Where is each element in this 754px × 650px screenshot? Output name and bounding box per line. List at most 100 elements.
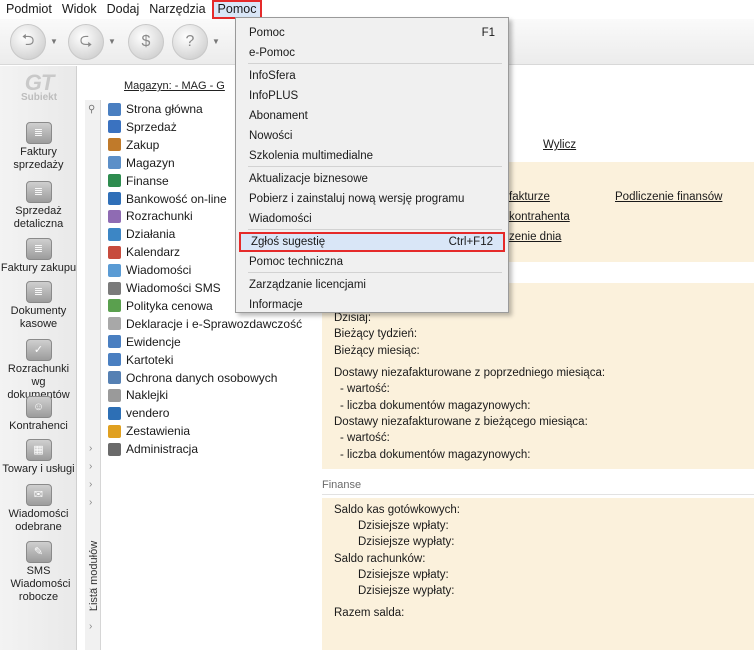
module-label: Sprzedaż xyxy=(126,119,177,134)
cash-docs-icon: ≣ xyxy=(25,281,52,303)
nav-faktury-sprzedazy[interactable]: ≣ Faktury sprzedaży xyxy=(0,122,77,172)
module-item[interactable]: Wiadomości xyxy=(108,261,191,279)
podliczenie-finansow-link[interactable]: Podliczenie finansów xyxy=(615,191,722,203)
module-label: Polityka cenowa xyxy=(126,298,213,313)
settlements-icon: ✓ xyxy=(25,339,52,361)
module-label: Administracja xyxy=(126,442,199,457)
menu-narzedzia[interactable]: Narzędzia xyxy=(145,0,209,19)
module-list-strip[interactable]: › › › › › › › Lista modułów xyxy=(85,100,101,650)
forward-dropdown-icon[interactable]: ▼ xyxy=(108,37,116,46)
module-item[interactable]: Działania xyxy=(108,225,175,243)
magazyn-selector[interactable]: Magazyn: - MAG - G xyxy=(124,80,225,92)
wplaty-2: Dzisiejsze wpłaty: xyxy=(358,569,449,581)
menu-item[interactable]: Aktualizacje biznesowe xyxy=(239,169,505,189)
nav-dokumenty-kasowe[interactable]: ≣ Dokumenty kasowe xyxy=(0,281,77,331)
module-item[interactable]: Deklaracje i e-Sprawozdawczość xyxy=(108,315,302,333)
module-item[interactable]: Rozrachunki xyxy=(108,207,193,225)
module-item[interactable]: Naklejki xyxy=(108,386,168,404)
module-icon xyxy=(108,371,121,384)
chevron-right-icon[interactable]: › xyxy=(89,621,92,632)
module-label: Bankowość on-line xyxy=(126,191,227,206)
finanse-section-title: Finanse xyxy=(322,479,362,491)
module-item[interactable]: Bankowość on-line xyxy=(108,190,227,208)
module-item[interactable]: Zakup xyxy=(108,136,159,154)
module-item[interactable]: Wiadomości SMS xyxy=(108,279,221,297)
forward-icon[interactable]: ⮎ xyxy=(68,24,104,60)
menu-item[interactable]: Szkolenia multimedialne xyxy=(239,146,505,166)
menu-item-shortcut: Ctrl+F12 xyxy=(448,236,493,248)
menu-item[interactable]: Nowości xyxy=(239,126,505,146)
help-dropdown-icon[interactable]: ▼ xyxy=(212,37,220,46)
module-item[interactable]: Ewidencje xyxy=(108,333,181,351)
module-item[interactable]: Zestawienia xyxy=(108,422,190,440)
module-icon xyxy=(108,263,121,277)
wplaty-1: Dzisiejsze wpłaty: xyxy=(358,520,449,532)
nav-faktury-zakupu[interactable]: ≣ Faktury zakupu xyxy=(0,238,77,275)
module-item[interactable]: vendero xyxy=(108,404,169,422)
module-label: Rozrachunki xyxy=(126,209,193,224)
menu-item[interactable]: Pomoc F1 xyxy=(239,23,505,43)
menu-item[interactable]: Informacje xyxy=(239,295,505,315)
menu-widok[interactable]: Widok xyxy=(58,0,101,19)
menu-item[interactable]: Pobierz i zainstaluj nową wersję program… xyxy=(239,189,505,209)
module-label: Kartoteki xyxy=(126,352,174,367)
menu-separator xyxy=(248,272,502,273)
menu-item-label: Aktualizacje biznesowe xyxy=(249,173,368,185)
module-item[interactable]: Sprzedaż xyxy=(108,118,177,136)
menu-item[interactable]: Wiadomości xyxy=(239,209,505,229)
nav-sms[interactable]: ✎ SMS Wiadomości robocze xyxy=(0,541,77,604)
pomoc-dropdown-menu: Pomoc F1 e-Pomoc InfoSfera InfoPLUS Abonament… xyxy=(235,17,509,313)
nav-label: Dokumenty kasowe xyxy=(10,305,67,330)
menu-separator xyxy=(248,229,502,230)
menu-podmiot[interactable]: Podmiot xyxy=(2,0,56,19)
module-item[interactable]: Administracja xyxy=(108,440,198,458)
module-item[interactable]: Magazyn xyxy=(108,154,175,172)
back-icon[interactable]: ⮌ xyxy=(10,24,46,60)
module-label: Wiadomości SMS xyxy=(126,281,221,295)
module-icon xyxy=(108,353,121,367)
fakturze-link[interactable]: fakturze xyxy=(509,191,550,203)
menu-item[interactable]: InfoPLUS xyxy=(239,86,505,106)
stat-tydzien: Bieżący tydzień: xyxy=(334,328,418,340)
nav-sprzedaz-detaliczna[interactable]: ≣ Sprzedaż detaliczna xyxy=(0,181,77,231)
nav-rozrachunki[interactable]: ✓ Rozrachunki wg dokumentów xyxy=(0,339,77,402)
module-item[interactable]: Kartoteki xyxy=(108,351,173,369)
menu-item[interactable]: Zarządzanie licencjami xyxy=(239,275,505,295)
menu-item[interactable]: e-Pomoc xyxy=(239,43,505,63)
module-item[interactable]: Finanse xyxy=(108,172,169,190)
nav-wiadomosci-odebrane[interactable]: ✉ Wiadomości odebrane xyxy=(0,484,77,534)
pin-icon[interactable]: ⚲ xyxy=(88,104,95,115)
help-icon[interactable]: ? xyxy=(172,24,208,60)
menu-item[interactable]: Pomoc techniczna xyxy=(239,252,505,272)
save-icon[interactable]: $ xyxy=(128,24,164,60)
module-label: vendero xyxy=(126,406,170,421)
menu-item[interactable]: InfoSfera xyxy=(239,66,505,86)
menu-item[interactable]: Zgłoś sugestię Ctrl+F12 xyxy=(239,232,505,252)
module-icon xyxy=(108,406,121,420)
chevron-right-icon[interactable]: › xyxy=(89,461,92,472)
module-item[interactable]: Strona główna xyxy=(108,100,203,118)
chevron-right-icon[interactable]: › xyxy=(89,479,92,490)
menu-item-label: Pomoc techniczna xyxy=(249,256,343,268)
stat-liczba-1: - liczba dokumentów magazynowych: xyxy=(340,400,531,412)
stat-wartosc-2: - wartość: xyxy=(340,432,390,444)
chevron-right-icon[interactable]: › xyxy=(89,443,92,454)
zenie-dnia-link[interactable]: zenie dnia xyxy=(509,231,561,243)
module-item[interactable]: Ochrona danych osobowych xyxy=(108,369,277,387)
module-label: Działania xyxy=(126,227,176,242)
nav-towary[interactable]: ▦ Towary i usługi xyxy=(0,439,77,476)
module-label: Finanse xyxy=(126,173,169,188)
nav-label: Kontrahenci xyxy=(9,420,68,432)
chevron-right-icon[interactable]: › xyxy=(89,497,92,508)
menu-item-label: Wiadomości xyxy=(249,213,312,225)
menu-dodaj[interactable]: Dodaj xyxy=(103,0,144,19)
wylicz-link[interactable]: Wylicz xyxy=(543,139,576,151)
stat-dostawy-biez: Dostawy niezafakturowane z bieżącego mie… xyxy=(334,416,588,428)
module-icon xyxy=(108,227,121,241)
nav-kontrahenci[interactable]: ☺ Kontrahenci xyxy=(0,396,77,433)
module-item[interactable]: Polityka cenowa xyxy=(108,297,213,315)
kontrahenta-link[interactable]: kontrahenta xyxy=(509,211,570,223)
back-dropdown-icon[interactable]: ▼ xyxy=(50,37,58,46)
module-item[interactable]: Kalendarz xyxy=(108,243,180,261)
menu-item[interactable]: Abonament xyxy=(239,106,505,126)
